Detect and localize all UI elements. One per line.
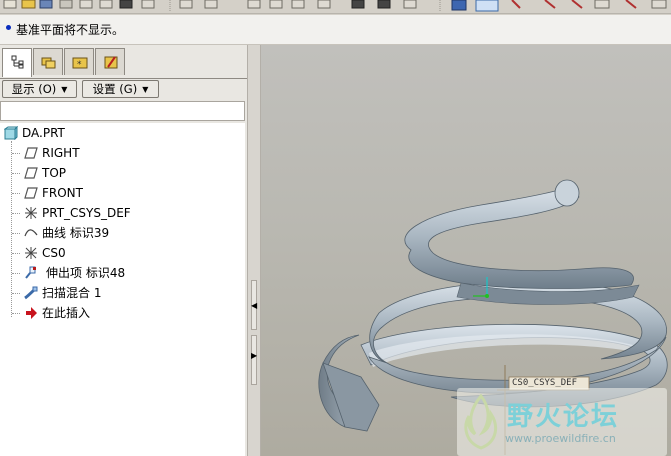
tree-item-label: 在此插入: [42, 306, 91, 320]
csys-icon: [25, 247, 37, 259]
tree-item-label: RIGHT: [42, 146, 80, 160]
model-tree-filter-field[interactable]: [0, 101, 245, 121]
settings-dropdown-label: 设置 (G): [92, 82, 138, 96]
tree-item-label: FRONT: [42, 186, 83, 200]
swept-blend-icon: [24, 286, 38, 300]
datum-plane-icon: [24, 167, 38, 179]
new-file-icon: [3, 0, 17, 9]
chevron-down-icon: ▼: [61, 85, 68, 94]
show-dropdown-button[interactable]: 显示 (O) ▼: [2, 80, 77, 98]
spring-top-end-face: [554, 179, 580, 207]
splitter-grip-lower[interactable]: [251, 335, 257, 385]
find-icon: [377, 0, 391, 9]
open-folder-icon: [21, 0, 36, 9]
tab-favorites[interactable]: *: [64, 48, 94, 75]
graphics-window[interactable]: CS0_CSYS_DEF 野火论坛 www.proewildfire.cn: [261, 45, 671, 456]
show-dropdown-label: 显示 (O): [11, 82, 57, 96]
tree-item-label: 扫描混合 1: [42, 286, 102, 300]
tab-model-tree[interactable]: [2, 48, 32, 77]
navigator-panel: * 显示 (O) ▼ 设置 (G) ▼ DA.PRT RIGHT TOP FRO…: [0, 45, 247, 456]
datum-plane-icon: [24, 147, 38, 159]
toolbar-icon-r3: [651, 0, 667, 9]
flame-logo-icon: [464, 394, 498, 450]
tree-item-label: TOP: [42, 166, 67, 180]
annotation-display-icon: [571, 0, 583, 9]
tab-folder-browser[interactable]: [33, 48, 63, 75]
expand-right-icon[interactable]: ▶: [251, 351, 257, 360]
toolbar-icons: [3, 0, 667, 12]
redo-icon: [204, 0, 218, 9]
point-display-icon: [511, 0, 521, 9]
print-icon: [59, 0, 73, 9]
tree-item-label: CS0: [42, 246, 66, 260]
csys-icon: [25, 207, 37, 219]
toolbar-icon-6: [99, 0, 113, 9]
axis-display-icon: [475, 0, 499, 12]
spring-upper-coil: [404, 184, 634, 289]
tab-connections[interactable]: [95, 48, 125, 75]
chevron-down-icon: ▼: [142, 85, 149, 94]
save-icon: [39, 0, 53, 9]
tree-item-label: PRT_CSYS_DEF: [42, 206, 131, 220]
cut-icon: [247, 0, 261, 9]
tree-item-label: 曲线 标识39: [42, 226, 110, 240]
collapse-left-icon[interactable]: ◀: [251, 301, 257, 310]
watermark-url: www.proewildfire.cn: [505, 432, 616, 445]
model-tree-buttons: 显示 (O) ▼ 设置 (G) ▼: [0, 78, 247, 100]
folder-browser-icon: [41, 57, 56, 69]
message-bar: 基准平面将不显示。: [0, 15, 671, 45]
message-text: 基准平面将不显示。: [16, 23, 125, 37]
csys-display-icon: [544, 0, 556, 9]
tree-item-label: 伸出项 标识48: [46, 266, 126, 280]
model-tree-icon: [11, 55, 24, 69]
watermark: 野火论坛 www.proewildfire.cn: [457, 388, 667, 456]
toolbar-icon-r1: [594, 0, 610, 9]
connections-icon: [104, 56, 118, 69]
message-bullet-icon: [6, 25, 11, 30]
curve-icon: [24, 229, 38, 237]
panel-splitter[interactable]: ◀ ▶: [247, 45, 261, 456]
plane-display-icon: [451, 0, 467, 11]
main-toolbar: [0, 0, 671, 14]
favorites-folder-icon: *: [72, 57, 88, 70]
copy-icon: [269, 0, 283, 9]
select-icon: [403, 0, 417, 9]
model-tree: DA.PRT RIGHT TOP FRONT PRT_CSYS_DEF 曲线 标…: [0, 123, 245, 456]
tree-item-label: DA.PRT: [22, 126, 65, 140]
mail-icon: [79, 0, 93, 9]
paste-special-icon: [317, 0, 331, 9]
paste-icon: [291, 0, 305, 9]
part-icon: [4, 126, 18, 140]
datum-plane-icon: [24, 187, 38, 199]
toolbar-icon-7: [119, 0, 133, 9]
protrusion-icon: [25, 266, 36, 279]
settings-dropdown-button[interactable]: 设置 (G) ▼: [82, 80, 159, 98]
svg-text:*: *: [77, 60, 82, 70]
regenerate-icon: [351, 0, 365, 9]
navigator-tabs: *: [0, 48, 247, 79]
toolbar-icon-8: [141, 0, 155, 9]
undo-icon: [179, 0, 193, 9]
insert-here-arrow-icon: [26, 307, 37, 319]
watermark-title: 野火论坛: [507, 402, 620, 432]
toolbar-icon-r2: [625, 0, 637, 9]
